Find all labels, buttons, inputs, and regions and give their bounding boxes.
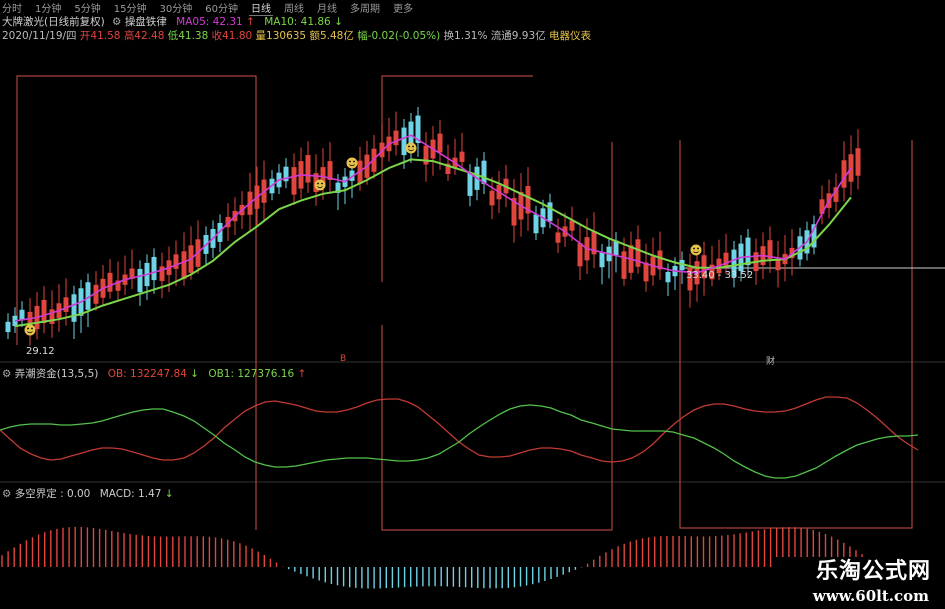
- panel2-icon: ⚙: [2, 368, 12, 380]
- candle-body: [621, 251, 627, 279]
- smiley-icon: [405, 142, 417, 154]
- candle-body: [533, 214, 539, 234]
- candle-body: [745, 237, 751, 266]
- candle-body: [577, 243, 583, 267]
- candle-body: [5, 321, 11, 333]
- marker-b: B: [340, 354, 347, 364]
- smiley-icon: [24, 324, 36, 336]
- candle-body: [555, 232, 561, 243]
- range-frame: [381, 75, 533, 282]
- candle-body: [393, 130, 399, 146]
- candle-body: [151, 256, 157, 281]
- candle-body: [63, 297, 69, 312]
- smiley-eye: [353, 160, 355, 163]
- macd-value: MACD: 1.47: [99, 488, 162, 500]
- panel2-legend: ⚙ 弄潮资金(13,5,5) OB: 132247.84 ↓ OB1: 1273…: [2, 366, 306, 381]
- range-frame: [16, 75, 257, 530]
- candle-body: [19, 309, 25, 321]
- panel3-name[interactable]: 多空界定 : 0.00: [15, 488, 91, 500]
- ob1-line: [0, 404, 919, 479]
- candle-body: [41, 299, 47, 324]
- ob-value: OB: 132247.84: [107, 368, 187, 380]
- panel3-icon: ⚙: [2, 488, 12, 500]
- smiley-eye: [412, 145, 414, 148]
- candle-body: [181, 251, 187, 279]
- candle-body: [107, 272, 113, 292]
- arrow-down-icon: ↓: [164, 488, 174, 500]
- panel2-name[interactable]: 弄潮资金(13,5,5): [15, 368, 99, 380]
- low-price-label: 29.12: [26, 346, 55, 357]
- smiley-eye: [349, 160, 351, 163]
- candle-body: [665, 271, 671, 283]
- ob1-value: OB1: 127376.16: [208, 368, 295, 380]
- candle-body: [643, 262, 649, 282]
- candle-body: [723, 252, 729, 268]
- marker-cai: 财: [766, 357, 776, 367]
- candle-body: [841, 160, 847, 188]
- smiley-eye: [27, 327, 29, 330]
- candle-body: [173, 254, 179, 269]
- kline-chart[interactable]: [0, 0, 945, 609]
- watermark-title: 乐淘公式网: [815, 558, 931, 584]
- candle-body: [291, 167, 297, 195]
- watermark-url: www.60lt.com: [812, 587, 929, 605]
- candle-body: [489, 190, 495, 206]
- smiley-icon: [690, 244, 702, 256]
- candle-body: [467, 172, 473, 196]
- candle-body: [437, 133, 443, 153]
- candle-body: [775, 259, 781, 271]
- range-price-label: 33.40 - 33.52: [686, 270, 754, 281]
- candle-body: [848, 154, 854, 182]
- smiley-icon: [346, 157, 358, 169]
- candle-body: [71, 294, 77, 322]
- candle-body: [401, 127, 407, 156]
- panel3-legend: ⚙ 多空界定 : 0.00 MACD: 1.47 ↓: [2, 486, 174, 501]
- ob-line: [0, 396, 919, 463]
- candle-body: [599, 252, 605, 268]
- candle-body: [635, 239, 641, 267]
- candle-body: [855, 148, 861, 176]
- smiley-eye: [693, 247, 695, 250]
- smiley-eye: [321, 182, 323, 185]
- arrow-down-icon: ↓: [190, 368, 199, 380]
- range-frame: [679, 140, 913, 529]
- smiley-eye: [697, 247, 699, 250]
- candle-body: [459, 151, 465, 162]
- candle-body: [305, 155, 311, 183]
- arrow-up-icon: ↑: [297, 368, 307, 380]
- candle-body: [481, 160, 487, 184]
- smiley-eye: [408, 145, 410, 148]
- candle-body: [137, 268, 143, 293]
- smiley-eye: [31, 327, 33, 330]
- range-frame: [381, 142, 613, 531]
- smiley-icon: [314, 179, 326, 191]
- candle-body: [547, 202, 553, 222]
- smiley-eye: [317, 182, 319, 185]
